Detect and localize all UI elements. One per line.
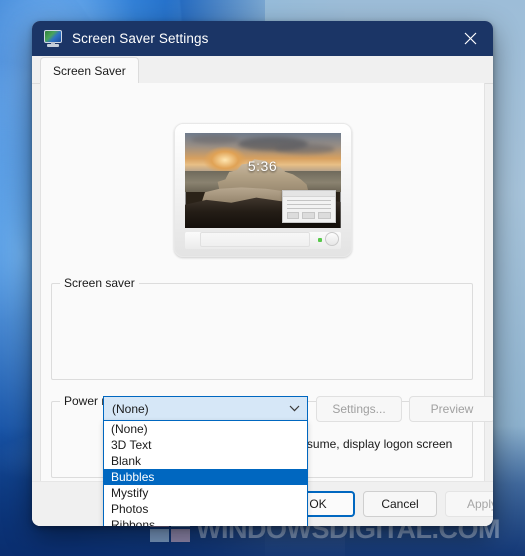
close-icon[interactable] [448, 21, 493, 56]
settings-button[interactable]: Settings... [316, 396, 402, 422]
screen-saver-dropdown-list[interactable]: (None) 3D Text Blank Bubbles Mystify Photos Ri… [103, 420, 308, 526]
dropdown-option[interactable]: Ribbons [104, 517, 307, 526]
dropdown-option[interactable]: 3D Text [104, 437, 307, 453]
tab-content-screen-saver: 5:36 Screen saver Power management Conse… [40, 83, 493, 526]
window-title: Screen Saver Settings [72, 31, 209, 46]
monitor-preview: 5:36 [41, 123, 484, 257]
preview-screen: 5:36 [184, 133, 341, 228]
screen-saver-combobox[interactable]: (None) [103, 396, 308, 421]
cancel-button[interactable]: Cancel [363, 491, 437, 517]
screen-saver-group-label: Screen saver [60, 276, 139, 290]
screen-saver-combobox-value: (None) [112, 401, 149, 416]
preview-mini-dialog [281, 190, 336, 223]
dropdown-option[interactable]: Bubbles [104, 469, 307, 485]
title-bar: Screen Saver Settings [32, 21, 493, 56]
tab-strip: Screen Saver [32, 56, 493, 84]
power-button-icon [324, 232, 339, 246]
power-led-icon [317, 238, 322, 242]
apply-button[interactable]: Apply [445, 491, 493, 517]
dropdown-option[interactable]: Mystify [104, 485, 307, 501]
tab-screen-saver[interactable]: Screen Saver [40, 57, 139, 83]
screen-saver-group: Screen saver [51, 276, 473, 380]
monitor-icon [44, 30, 63, 47]
dropdown-option[interactable]: Blank [104, 453, 307, 469]
preview-clock: 5:36 [247, 157, 278, 174]
dropdown-option[interactable]: Photos [104, 501, 307, 517]
monitor-slot [199, 232, 310, 247]
preview-button[interactable]: Preview [409, 396, 493, 422]
dropdown-option[interactable]: (None) [104, 421, 307, 437]
screen-saver-settings-dialog: Screen Saver Settings Screen Saver 5:36 [32, 21, 493, 526]
chevron-down-icon [281, 405, 307, 412]
